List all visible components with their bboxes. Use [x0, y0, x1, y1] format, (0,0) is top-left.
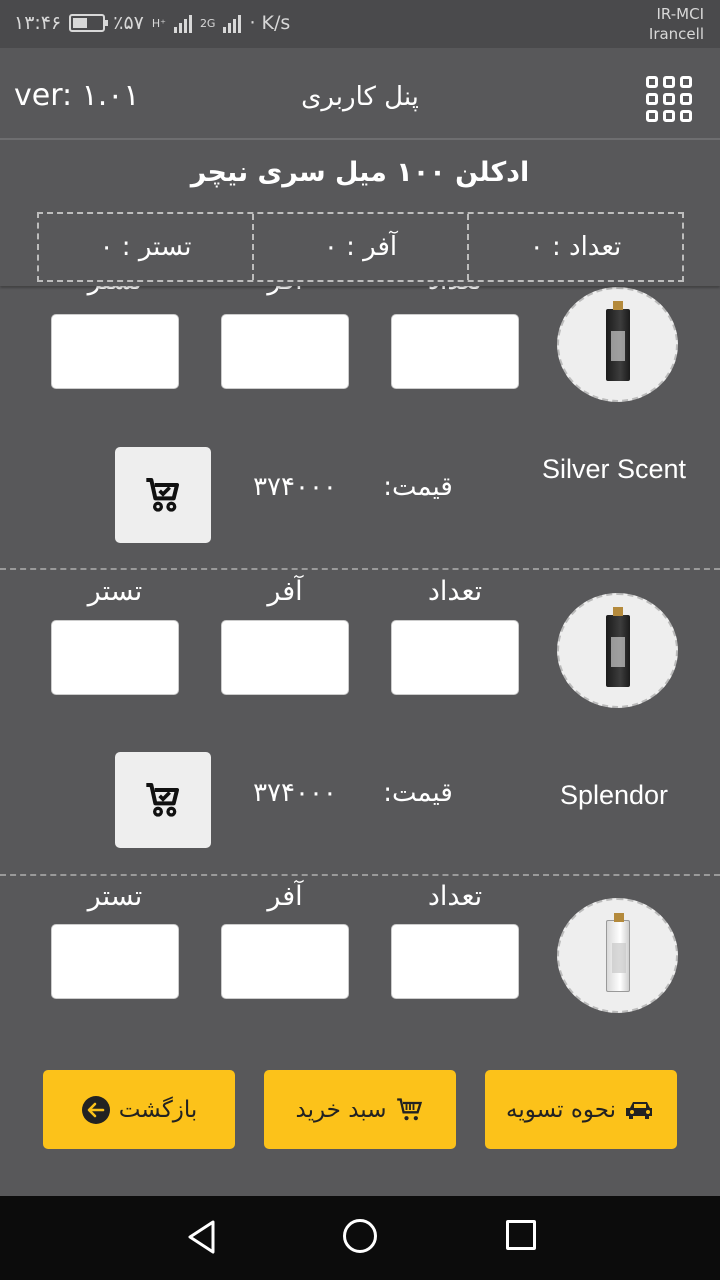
product-image[interactable] — [557, 287, 678, 402]
offer-input[interactable] — [221, 314, 349, 389]
offer-label: آفر — [267, 576, 303, 607]
offer-input[interactable] — [221, 924, 349, 999]
signal-icon-2 — [223, 13, 242, 33]
offer-label: آفر — [221, 286, 349, 296]
signal-icon — [173, 13, 192, 33]
system-nav-bar — [0, 1196, 720, 1280]
price-value: ۳۷۴۰۰۰ — [253, 472, 337, 502]
battery-icon — [69, 14, 109, 32]
product-card: تعداد آفر تستر — [0, 876, 720, 1050]
add-to-cart-button[interactable] — [115, 752, 211, 848]
summary-counts: تعداد : ۰ آفر : ۰ تستر : ۰ — [37, 212, 684, 282]
product-list[interactable]: تعداد آفر تستر Silver Scent قیمت: ۳۷۴۰۰۰… — [0, 286, 720, 1050]
network-speed: · K/s — [249, 12, 291, 34]
page-title: پنل کاربری — [301, 82, 419, 112]
settlement-label: نحوه تسویه — [505, 1096, 617, 1123]
cart-check-icon — [146, 478, 179, 512]
offer-input[interactable] — [221, 620, 349, 695]
back-label: بازگشت — [118, 1096, 198, 1123]
summary-count: تعداد : ۰ — [467, 214, 682, 280]
product-card: تعداد آفر تستر Silver Scent قیمت: ۳۷۴۰۰۰ — [0, 286, 720, 570]
price-value: ۳۷۴۰۰۰ — [253, 778, 337, 808]
carrier-1: IR-MCI — [656, 5, 705, 23]
tester-label: تستر — [51, 286, 179, 296]
category-title: ادکلن ۱۰۰ میل سری نیچر — [190, 157, 530, 188]
battery-percent: ٪۵۷ — [113, 12, 144, 34]
tester-label: تستر — [87, 576, 143, 607]
status-time: ۱۳:۴۶ — [14, 12, 62, 34]
summary-offer: آفر : ۰ — [252, 214, 467, 280]
product-name: Silver Scent — [541, 454, 687, 484]
product-name: Splendor — [559, 780, 669, 810]
qty-label: تعداد — [427, 881, 483, 912]
carrier-2: Irancell — [648, 25, 704, 43]
qty-label: تعداد — [391, 286, 519, 296]
nav-recents-icon[interactable] — [506, 1220, 536, 1250]
status-left: ۱۳:۴۶ ٪۵۷ H⁺ 2G · K/s — [14, 12, 290, 34]
perfume-bottle-image — [605, 300, 630, 381]
offer-label: آفر — [267, 881, 303, 912]
perfume-bottle-image — [605, 912, 630, 992]
cart-check-icon — [146, 783, 179, 817]
order-summary: ادکلن ۱۰۰ میل سری نیچر تعداد : ۰ آفر : ۰… — [0, 142, 720, 286]
settlement-button[interactable]: نحوه تسویه — [485, 1070, 677, 1149]
qty-input[interactable] — [391, 620, 519, 695]
network-type-1: H⁺ — [151, 16, 166, 30]
grid-menu-icon[interactable] — [646, 76, 692, 122]
nav-home-icon[interactable] — [343, 1219, 377, 1253]
car-icon — [624, 1098, 656, 1122]
cart-button[interactable]: سبد خرید — [264, 1070, 456, 1149]
status-bar: ۱۳:۴۶ ٪۵۷ H⁺ 2G · K/s IR-MCI Irancell — [0, 0, 720, 48]
back-button[interactable]: بازگشت — [43, 1070, 235, 1149]
product-image[interactable] — [557, 898, 678, 1013]
price-label: قیمت: — [383, 472, 453, 502]
app-bar: ver: ۱.۰۱ پنل کاربری — [0, 48, 720, 140]
nav-back-icon[interactable] — [187, 1220, 217, 1254]
product-image[interactable] — [557, 593, 678, 708]
tester-input[interactable] — [51, 314, 179, 389]
qty-input[interactable] — [391, 314, 519, 389]
cart-icon — [395, 1096, 425, 1124]
carrier-info: IR-MCI Irancell — [649, 4, 704, 44]
tester-label: تستر — [87, 881, 143, 912]
cart-label: سبد خرید — [295, 1096, 387, 1123]
add-to-cart-button[interactable] — [115, 447, 211, 543]
qty-input[interactable] — [391, 924, 519, 999]
tester-input[interactable] — [51, 620, 179, 695]
perfume-bottle-image — [605, 606, 630, 687]
qty-label: تعداد — [427, 576, 483, 607]
network-type-2: 2G — [199, 16, 216, 30]
arrow-left-circle-icon — [81, 1095, 111, 1125]
tester-input[interactable] — [51, 924, 179, 999]
price-label: قیمت: — [383, 778, 453, 808]
summary-tester: تستر : ۰ — [99, 232, 192, 262]
product-card: تعداد آفر تستر Splendor قیمت: ۳۷۴۰۰۰ — [0, 571, 720, 876]
